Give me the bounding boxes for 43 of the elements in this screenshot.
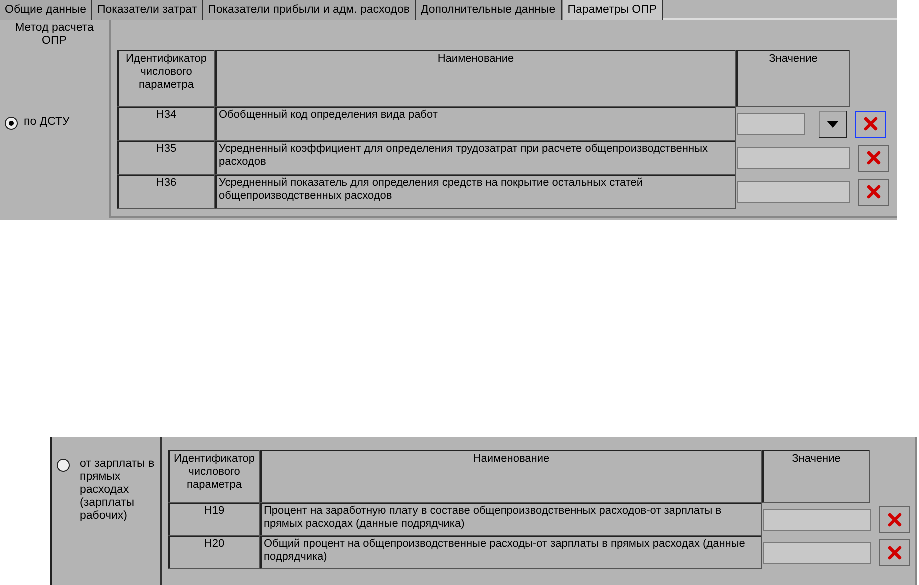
value-field[interactable] [737, 181, 850, 203]
delete-button[interactable] [855, 110, 886, 138]
value-field[interactable] [763, 508, 871, 530]
method-heading: Метод расчета ОПР [14, 21, 95, 48]
radio-button[interactable] [57, 459, 70, 472]
radio-button[interactable] [5, 117, 18, 130]
tab[interactable]: Общие данные [0, 0, 92, 20]
table-cell: Процент на заработную плату в составе общепроизводственных расходов-от зарплаты в прямых расходах (данные подрядчика) [260, 503, 762, 536]
close-icon [864, 117, 878, 131]
column-header: Наименование [215, 50, 736, 107]
column-header: Наименование [260, 450, 762, 503]
column-header: Значение [762, 450, 870, 503]
table-cell: Н36 [117, 175, 215, 209]
delete-button[interactable] [858, 144, 889, 172]
close-icon [866, 151, 880, 165]
table-cell: Н20 [168, 536, 260, 569]
caret-icon [827, 120, 839, 128]
dropdown-button[interactable] [819, 110, 847, 138]
table-cell: Усредненный показатель для определения средств на покрытие остальных статей общепроизводственных расходов [215, 175, 736, 209]
table-cell: Общий процент на общепроизводственные расходы-от зарплаты в прямых расходах (данные подрядчика) [260, 536, 762, 569]
table-cell: Н35 [117, 141, 215, 175]
tab[interactable]: Показатели прибыли и адм. расходов [203, 0, 416, 20]
radio-label[interactable]: по ДСТУ [24, 116, 102, 129]
table-cell: Н19 [168, 503, 260, 536]
table-cell: Усредненный коэффициент для определения трудозатрат при расчете общепроизводственных расходов [215, 141, 736, 175]
radio-label[interactable]: от зарплаты в прямых расходах (зарплаты рабочих) [80, 458, 158, 523]
tab[interactable]: Показатели затрат [92, 0, 204, 20]
delete-button[interactable] [879, 539, 910, 566]
delete-button[interactable] [879, 506, 910, 533]
column-header: Идентификатор числового параметра [117, 50, 215, 107]
tab[interactable]: Дополнительные данные [416, 0, 562, 20]
value-field[interactable] [763, 542, 871, 564]
table-cell: Н34 [117, 107, 215, 141]
tab[interactable]: Параметры ОПР [562, 0, 664, 20]
close-icon [866, 185, 880, 199]
value-field[interactable] [737, 113, 805, 135]
column-header: Идентификатор числового параметра [168, 450, 260, 503]
column-header: Значение [736, 50, 850, 107]
value-field[interactable] [737, 147, 850, 169]
table-cell: Обобщенный код определения вида работ [215, 107, 736, 141]
delete-button[interactable] [858, 178, 889, 206]
close-icon [888, 512, 902, 526]
close-icon [888, 546, 902, 560]
